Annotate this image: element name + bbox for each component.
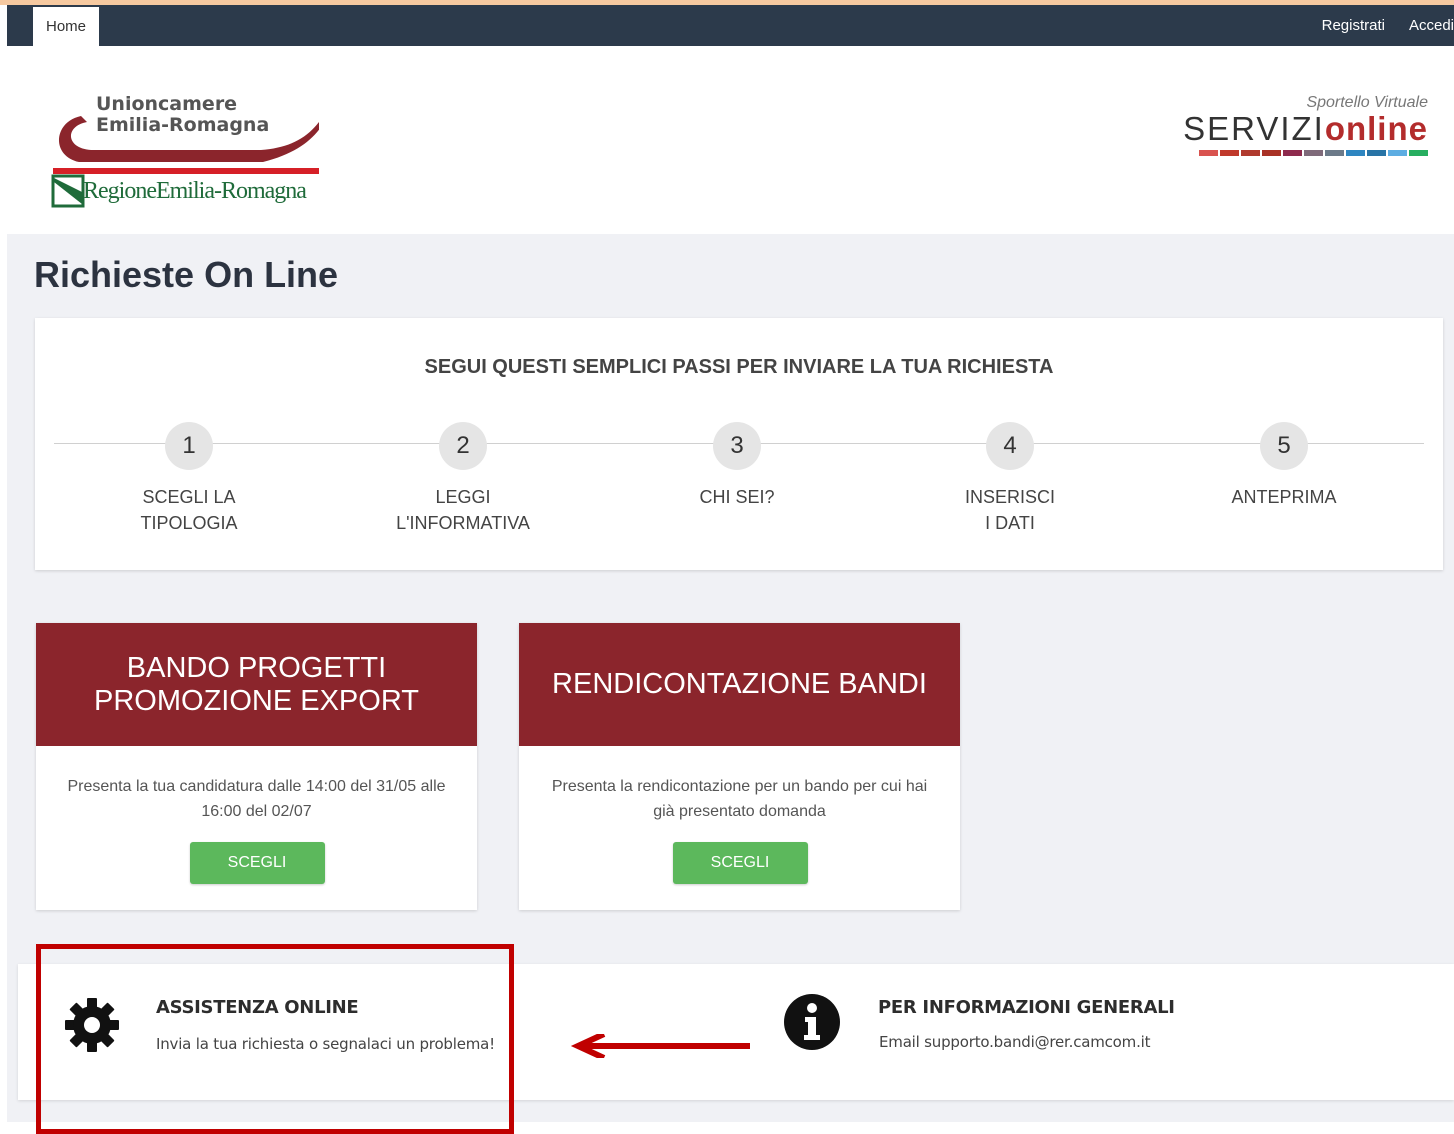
union-line1: Unioncamere <box>96 93 238 115</box>
step-label: LEGGI L'INFORMATIVA <box>396 487 530 533</box>
step-label: CHI SEI? <box>699 487 775 507</box>
step-number: 5 <box>1260 422 1308 470</box>
step-number: 2 <box>439 422 487 470</box>
site-header: Unioncamere Emilia-Romagna RegioneEmilia… <box>7 46 1454 234</box>
step-number: 3 <box>713 422 761 470</box>
unioncamere-logo[interactable]: Unioncamere Emilia-Romagna RegioneEmilia… <box>51 92 319 210</box>
step-2: 2 LEGGI L'INFORMATIVA <box>373 422 553 536</box>
step-number: 4 <box>986 422 1034 470</box>
choose-button[interactable]: SCEGLI <box>672 842 808 884</box>
info-email[interactable]: Email supporto.bandi@rer.camcom.it <box>879 1033 1150 1051</box>
choose-button[interactable]: SCEGLI <box>189 842 325 884</box>
steps-title: SEGUI QUESTI SEMPLICI PASSI PER INVIARE … <box>424 356 1054 378</box>
step-number: 1 <box>165 422 213 470</box>
servizionline-wordmark: SERVIZIonline <box>1178 112 1428 146</box>
servizi-text: SERVIZI <box>1183 110 1325 147</box>
nav-tab-home[interactable]: Home <box>33 7 99 46</box>
logo-color-stripes <box>1178 150 1428 156</box>
login-link[interactable]: Accedi <box>1409 17 1454 34</box>
card-description: Presenta la rendicontazione per un bando… <box>551 778 928 820</box>
register-link[interactable]: Registrati <box>1322 17 1385 34</box>
card-title: RENDICONTAZIONE BANDI <box>519 623 960 746</box>
step-5: 5 ANTEPRIMA <box>1194 422 1374 510</box>
annotation-highlight-box <box>36 944 514 1134</box>
arrow-left-icon <box>570 1034 750 1058</box>
online-text: online <box>1324 110 1428 147</box>
servizionline-logo[interactable]: Sportello Virtuale SERVIZIonline <box>1178 94 1428 158</box>
step-label: ANTEPRIMA <box>1231 487 1337 507</box>
left-gutter <box>0 5 7 1122</box>
card-bando-progetti: BANDO PROGETTI PROMOZIONE EXPORT Present… <box>36 623 477 910</box>
info-title: PER INFORMAZIONI GENERALI <box>878 997 1175 1018</box>
nav-right: Registrati Accedi <box>1298 5 1454 46</box>
card-title: BANDO PROGETTI PROMOZIONE EXPORT <box>36 623 477 746</box>
step-label: SCEGLI LA TIPOLOGIA <box>140 487 238 533</box>
info-icon <box>784 994 840 1050</box>
step-4: 4 INSERISCI I DATI <box>920 422 1100 536</box>
step-1: 1 SCEGLI LA TIPOLOGIA <box>99 422 279 536</box>
step-3: 3 CHI SEI? <box>647 422 827 510</box>
top-navbar: Home Registrati Accedi <box>7 5 1454 46</box>
card-rendicontazione: RENDICONTAZIONE BANDI Presenta la rendic… <box>519 623 960 910</box>
card-description: Presenta la tua candidatura dalle 14:00 … <box>67 778 446 820</box>
unioncamere-wordmark: Unioncamere Emilia-Romagna <box>96 94 269 136</box>
union-line2: Emilia-Romagna <box>96 114 270 136</box>
page-title: Richieste On Line <box>34 254 339 295</box>
steps-panel: SEGUI QUESTI SEMPLICI PASSI PER INVIARE … <box>35 318 1443 570</box>
step-label: INSERISCI I DATI <box>964 487 1056 533</box>
regione-wordmark: RegioneEmilia-Romagna <box>83 178 307 204</box>
